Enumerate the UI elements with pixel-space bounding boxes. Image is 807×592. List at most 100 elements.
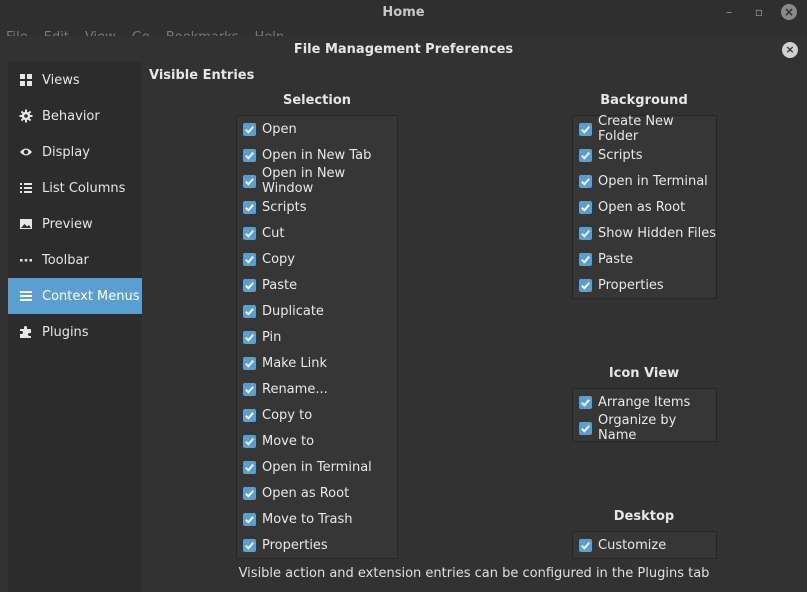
checkbox-label: Copy (262, 251, 295, 267)
window-title: Home (0, 0, 807, 26)
checkbox-label: Rename... (262, 381, 328, 397)
checkbox-checked-icon[interactable] (243, 382, 256, 396)
checkbox-label: Create New Folder (598, 114, 674, 144)
background-entry-row[interactable]: Open in Terminal (573, 168, 716, 194)
desktop-entry-row[interactable]: Customize (573, 532, 716, 558)
sidebar-item-list-columns[interactable]: List Columns (8, 170, 142, 206)
checkbox-checked-icon[interactable] (579, 421, 592, 435)
checkbox-checked-icon[interactable] (579, 252, 592, 266)
checkbox-label: Pin (262, 329, 282, 345)
selection-entry-row[interactable]: Open (237, 116, 397, 142)
sidebar-item-label: Views (42, 72, 80, 88)
sidebar-item-label: Preview (42, 216, 93, 232)
checkbox-checked-icon[interactable] (579, 174, 592, 188)
icon-view-entry-row[interactable]: Arrange Items (573, 389, 716, 415)
checkbox-label: Cut (262, 225, 285, 241)
selection-entry-row[interactable]: Open in New Tab (237, 142, 397, 168)
selection-entry-row[interactable]: Duplicate (237, 298, 397, 324)
dots-icon (18, 252, 34, 268)
checkbox-checked-icon[interactable] (579, 395, 592, 409)
checkbox-label: Organize by Name (598, 413, 677, 443)
selection-entry-row[interactable]: Copy (237, 246, 397, 272)
checkbox-checked-icon[interactable] (243, 122, 256, 136)
checkbox-label: Open in Terminal (598, 173, 708, 189)
sidebar-item-label: Behavior (42, 108, 100, 124)
background-entry-row[interactable]: Properties (573, 272, 716, 298)
checkbox-checked-icon[interactable] (243, 148, 256, 162)
selection-entry-row[interactable]: Paste (237, 272, 397, 298)
dialog-close-icon[interactable]: × (782, 42, 798, 58)
sidebar-item-behavior[interactable]: Behavior (8, 98, 142, 134)
desktop-list: Customize (572, 531, 717, 559)
sidebar: Views Behavior Display List Columns Prev… (8, 62, 142, 592)
checkbox-checked-icon[interactable] (243, 330, 256, 344)
sidebar-item-preview[interactable]: Preview (8, 206, 142, 242)
checkbox-checked-icon[interactable] (243, 226, 256, 240)
background-list: Create New Folder Scripts Open in Terminal… (572, 114, 717, 299)
checkbox-label: Move to (262, 433, 315, 449)
checkbox-checked-icon[interactable] (579, 200, 592, 214)
eye-icon (18, 144, 34, 160)
icon-view-heading: Icon View (608, 366, 680, 381)
selection-entry-row[interactable]: Open as Root (237, 480, 397, 506)
close-icon[interactable]: × (781, 4, 797, 20)
sidebar-item-toolbar[interactable]: Toolbar (8, 242, 142, 278)
selection-list: Open Open in New Tab Open in New Window Scr… (236, 115, 398, 559)
background-entry-row[interactable]: Show Hidden Files (573, 220, 716, 246)
background-heading: Background (600, 93, 688, 108)
selection-entry-row[interactable]: Open in New Window (237, 166, 397, 196)
sidebar-item-context-menus[interactable]: Context Menus (8, 278, 142, 314)
checkbox-label: Properties (262, 537, 328, 553)
image-icon (18, 216, 34, 232)
dialog-titlebar: File Management Preferences × (0, 36, 807, 64)
selection-entry-row[interactable]: Make Link (237, 350, 397, 376)
icon-view-list: Arrange Items Organize by Name (572, 388, 717, 443)
sidebar-item-plugins[interactable]: Plugins (8, 314, 142, 350)
checkbox-checked-icon[interactable] (243, 434, 256, 448)
selection-heading: Selection (282, 93, 351, 108)
checkbox-checked-icon[interactable] (579, 122, 592, 136)
minimize-icon[interactable]: – (721, 4, 737, 20)
checkbox-label: Scripts (262, 199, 307, 215)
maximize-icon[interactable]: ▫ (751, 4, 767, 20)
checkbox-checked-icon[interactable] (243, 174, 256, 188)
checkbox-checked-icon[interactable] (579, 278, 592, 292)
selection-entry-row[interactable]: Move to (237, 428, 397, 454)
checkbox-label: Scripts (598, 147, 643, 163)
checkbox-checked-icon[interactable] (243, 278, 256, 292)
checkbox-label: Open (262, 121, 297, 137)
background-entry-row[interactable]: Create New Folder (573, 114, 716, 144)
checkbox-checked-icon[interactable] (579, 148, 592, 162)
background-entry-row[interactable]: Paste (573, 246, 716, 272)
checkbox-checked-icon[interactable] (579, 226, 592, 240)
section-title: Visible Entries (149, 68, 255, 83)
checkbox-checked-icon[interactable] (243, 356, 256, 370)
selection-entry-row[interactable]: Pin (237, 324, 397, 350)
checkbox-label: Open in New Tab (262, 147, 372, 163)
checkbox-checked-icon[interactable] (243, 512, 256, 526)
selection-entry-row[interactable]: Rename... (237, 376, 397, 402)
checkbox-label: Arrange Items (598, 394, 691, 410)
background-entry-row[interactable]: Open as Root (573, 194, 716, 220)
checkbox-checked-icon[interactable] (243, 252, 256, 266)
background-entry-row[interactable]: Scripts (573, 142, 716, 168)
selection-entry-row[interactable]: Scripts (237, 194, 397, 220)
checkbox-label: Paste (262, 277, 298, 293)
checkbox-checked-icon[interactable] (243, 538, 256, 552)
checkbox-checked-icon[interactable] (243, 460, 256, 474)
checkbox-label: Open as Root (598, 199, 686, 215)
selection-entry-row[interactable]: Copy to (237, 402, 397, 428)
icon-view-entry-row[interactable]: Organize by Name (573, 413, 716, 443)
selection-entry-row[interactable]: Open in Terminal (237, 454, 397, 480)
checkbox-label: Move to Trash (262, 511, 353, 527)
selection-entry-row[interactable]: Properties (237, 532, 397, 558)
checkbox-checked-icon[interactable] (579, 538, 592, 552)
checkbox-checked-icon[interactable] (243, 200, 256, 214)
sidebar-item-display[interactable]: Display (8, 134, 142, 170)
checkbox-checked-icon[interactable] (243, 304, 256, 318)
selection-entry-row[interactable]: Cut (237, 220, 397, 246)
checkbox-checked-icon[interactable] (243, 486, 256, 500)
checkbox-checked-icon[interactable] (243, 408, 256, 422)
selection-entry-row[interactable]: Move to Trash (237, 506, 397, 532)
sidebar-item-views[interactable]: Views (8, 62, 142, 98)
